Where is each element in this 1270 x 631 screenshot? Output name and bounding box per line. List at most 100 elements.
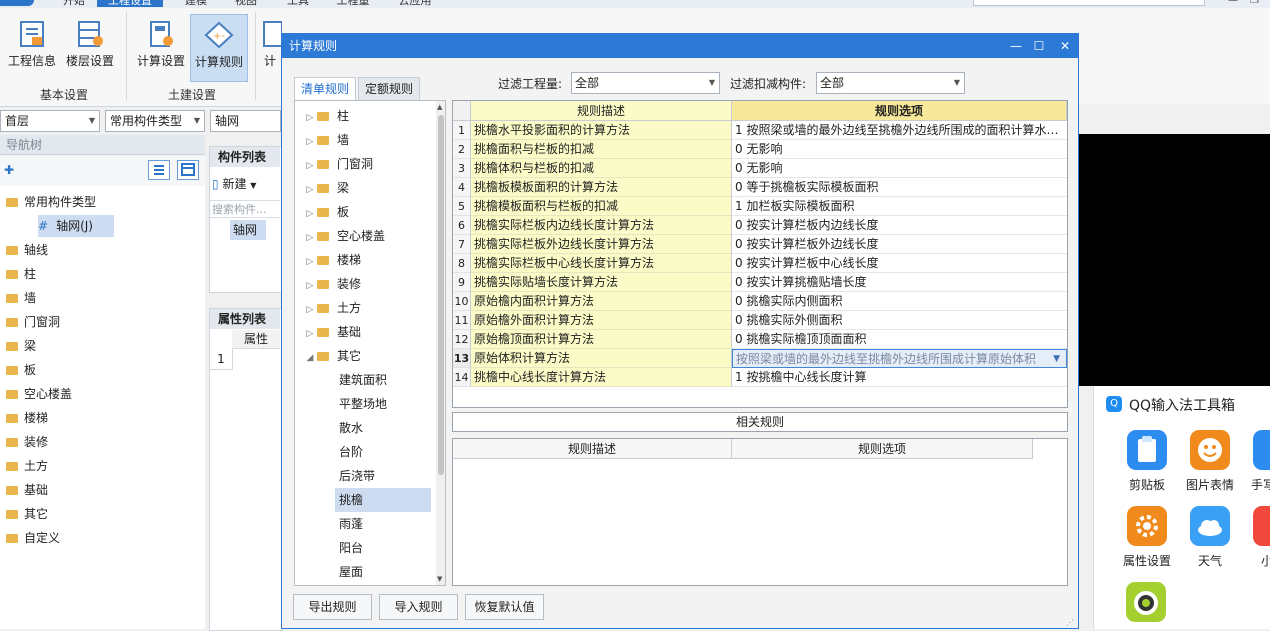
nav-tree-item[interactable]: 板	[6, 359, 36, 381]
expand-arrow-icon[interactable]: ▷	[303, 226, 317, 250]
rule-option[interactable]: 1 加栏板实际模板面积	[732, 197, 1067, 216]
rule-option[interactable]: 0 挑檐实际檐顶顶面面积	[732, 330, 1067, 349]
ribbon-floor-settings-button[interactable]: 楼层设置	[62, 14, 118, 80]
nav-tree-item[interactable]: 基础	[6, 479, 48, 501]
tree-node-beam[interactable]: ▷ 梁	[295, 176, 431, 200]
menu-tab-project-settings[interactable]: 工程设置	[97, 0, 163, 7]
tree-node-decoration[interactable]: ▷ 装修	[295, 272, 431, 296]
expand-arrow-icon[interactable]: ▷	[303, 178, 317, 202]
rule-option[interactable]: 0 挑檐实际外侧面积	[732, 311, 1067, 330]
filter-deduct-select[interactable]: 全部 ▼	[816, 72, 965, 94]
tree-leaf[interactable]: 散水	[295, 416, 431, 440]
new-component-button[interactable]: ▯ 新建 ▼	[212, 175, 256, 192]
menu-tab-quantity[interactable]: 工程量	[330, 0, 376, 7]
tree-node-column[interactable]: ▷ 柱	[295, 104, 431, 128]
nav-tree-item-axis-grid[interactable]: # 轴网(J)	[38, 215, 114, 237]
rule-option[interactable]: 0 挑檐实际内侧面积	[732, 292, 1067, 311]
tree-node-foundation[interactable]: ▷ 基础	[295, 320, 431, 344]
ribbon-project-info-button[interactable]: 工程信息	[4, 14, 60, 80]
ribbon-calc-settings-button[interactable]: 计算设置	[133, 14, 189, 80]
tree-leaf[interactable]: 屋面	[295, 560, 431, 584]
top-search-input[interactable]	[973, 0, 1205, 6]
tree-node-wall[interactable]: ▷ 墙	[295, 128, 431, 152]
rule-option[interactable]: 0 按实计算栏板外边线长度	[732, 235, 1067, 254]
tree-leaf-selected[interactable]: 挑檐	[335, 488, 431, 512]
dialog-minimize-icon[interactable]: —	[1005, 34, 1027, 58]
ribbon-partial-button[interactable]: 计	[258, 14, 282, 80]
list-view-icon[interactable]	[148, 160, 170, 180]
tree-leaf[interactable]: 阳台	[295, 536, 431, 560]
menu-tab-tools[interactable]: 工具	[280, 0, 316, 7]
tree-leaf[interactable]: 雨蓬	[295, 512, 431, 536]
rule-option[interactable]: 1 按挑檐中心线长度计算	[732, 368, 1067, 387]
menu-tab-start[interactable]: 开始	[56, 0, 92, 7]
scroll-up-icon[interactable]: ▲	[437, 103, 442, 111]
resize-grip-icon[interactable]: ⋰	[1066, 618, 1074, 627]
tree-node-stairs[interactable]: ▷ 楼梯	[295, 248, 431, 272]
menu-tab-view[interactable]: 视图	[228, 0, 264, 7]
expand-arrow-icon[interactable]: ▷	[303, 130, 317, 154]
rule-option[interactable]: 1 按照梁或墙的最外边线至挑檐外边线所围成的面积计算水…	[732, 121, 1067, 140]
table-row[interactable]: 5 挑檐模板面积与栏板的扣减 1 加栏板实际模板面积	[453, 197, 1067, 216]
add-icon[interactable]: ✚	[4, 163, 14, 177]
table-row[interactable]: 1 挑檐水平投影面积的计算方法 1 按照梁或墙的最外边线至挑檐外边线所围成的面积计算…	[453, 121, 1067, 140]
table-row[interactable]: 12 原始檐顶面积计算方法 0 挑檐实际檐顶顶面面积	[453, 330, 1067, 349]
table-row[interactable]: 14 挑檐中心线长度计算方法 1 按挑檐中心线长度计算	[453, 368, 1067, 387]
component-search-input[interactable]: 搜索构件...	[210, 200, 280, 218]
qq-item-settings[interactable]: 属性设置	[1117, 506, 1177, 569]
dialog-close-icon[interactable]: ✕	[1054, 34, 1076, 58]
drawing-canvas[interactable]	[1079, 134, 1270, 386]
rule-option[interactable]: 0 按实计算栏板内边线长度	[732, 216, 1067, 235]
qq-item-mini[interactable]: 小	[1243, 506, 1270, 569]
table-row[interactable]: 10 原始檐内面积计算方法 0 挑檐实际内侧面积	[453, 292, 1067, 311]
table-row[interactable]: 4 挑檐板模板面积的计算方法 0 等于挑檐板实际模板面积	[453, 178, 1067, 197]
ribbon-calc-rules-button[interactable]: +- 计算规则	[190, 14, 248, 82]
rule-option[interactable]: 0 按实计算栏板中心线长度	[732, 254, 1067, 273]
table-row[interactable]: 3 挑檐体积与栏板的扣减 0 无影响	[453, 159, 1067, 178]
nav-tree-item[interactable]: 装修	[6, 431, 48, 453]
nav-tree-root[interactable]: 常用构件类型	[6, 191, 96, 213]
qq-item-handwriting[interactable]: 手写	[1243, 430, 1270, 493]
app-logo[interactable]	[0, 0, 34, 6]
table-row[interactable]: 11 原始檐外面积计算方法 0 挑檐实际外侧面积	[453, 311, 1067, 330]
filter-quantity-select[interactable]: 全部 ▼	[571, 72, 720, 94]
component-list-item[interactable]: 轴网	[230, 220, 266, 240]
nav-tree-item[interactable]: 柱	[6, 263, 36, 285]
expand-arrow-icon[interactable]: ▷	[303, 322, 317, 346]
import-rules-button[interactable]: 导入规则	[379, 594, 458, 620]
expand-arrow-icon[interactable]: ▷	[303, 274, 317, 298]
nav-tree-item[interactable]: 轴线	[6, 239, 48, 261]
expand-arrow-icon[interactable]: ▷	[303, 250, 317, 274]
qq-item-clipboard[interactable]: 剪贴板	[1117, 430, 1177, 493]
dialog-maximize-icon[interactable]: ☐	[1028, 34, 1050, 58]
expand-arrow-icon[interactable]: ▷	[303, 202, 317, 226]
tree-node-other[interactable]: ◢ 其它	[295, 344, 431, 368]
menu-tab-modeling[interactable]: 建模	[178, 0, 214, 7]
rule-option[interactable]: 0 按实计算挑檐贴墙长度	[732, 273, 1067, 292]
nav-tree-item[interactable]: 自定义	[6, 527, 60, 549]
qq-item-emoji[interactable]: 图片表情	[1180, 430, 1240, 493]
qq-green-app-icon[interactable]	[1126, 582, 1166, 622]
table-row[interactable]: 2 挑檐面积与栏板的扣减 0 无影响	[453, 140, 1067, 159]
nav-tree-item[interactable]: 楼梯	[6, 407, 48, 429]
tree-leaf[interactable]: 台阶	[295, 440, 431, 464]
tree-node-slab[interactable]: ▷ 板	[295, 200, 431, 224]
table-row[interactable]: 9 挑檐实际贴墙长度计算方法 0 按实计算挑檐贴墙长度	[453, 273, 1067, 292]
nav-tree-item[interactable]: 其它	[6, 503, 48, 525]
tab-bill-rules[interactable]: 清单规则	[294, 77, 357, 100]
minimize-icon[interactable]: —	[1228, 0, 1242, 6]
collapse-arrow-icon[interactable]: ◢	[303, 346, 317, 370]
component-type-select[interactable]: 常用构件类型 ▼	[105, 110, 205, 132]
tree-scrollbar-thumb[interactable]	[438, 115, 444, 475]
export-rules-button[interactable]: 导出规则	[293, 594, 372, 620]
tree-node-hollow-floor[interactable]: ▷ 空心楼盖	[295, 224, 431, 248]
detail-view-icon[interactable]	[177, 160, 199, 180]
scroll-down-icon[interactable]: ▼	[437, 575, 442, 583]
tab-quota-rules[interactable]: 定额规则	[358, 77, 421, 100]
chevron-down-icon[interactable]: ▼	[1053, 350, 1060, 367]
nav-tree-item[interactable]: 梁	[6, 335, 36, 357]
table-row[interactable]: 6 挑檐实际栏板内边线长度计算方法 0 按实计算栏板内边线长度	[453, 216, 1067, 235]
tree-node-openings[interactable]: ▷ 门窗洞	[295, 152, 431, 176]
restore-icon[interactable]: ❐	[1250, 0, 1264, 6]
tree-node-earthwork[interactable]: ▷ 土方	[295, 296, 431, 320]
